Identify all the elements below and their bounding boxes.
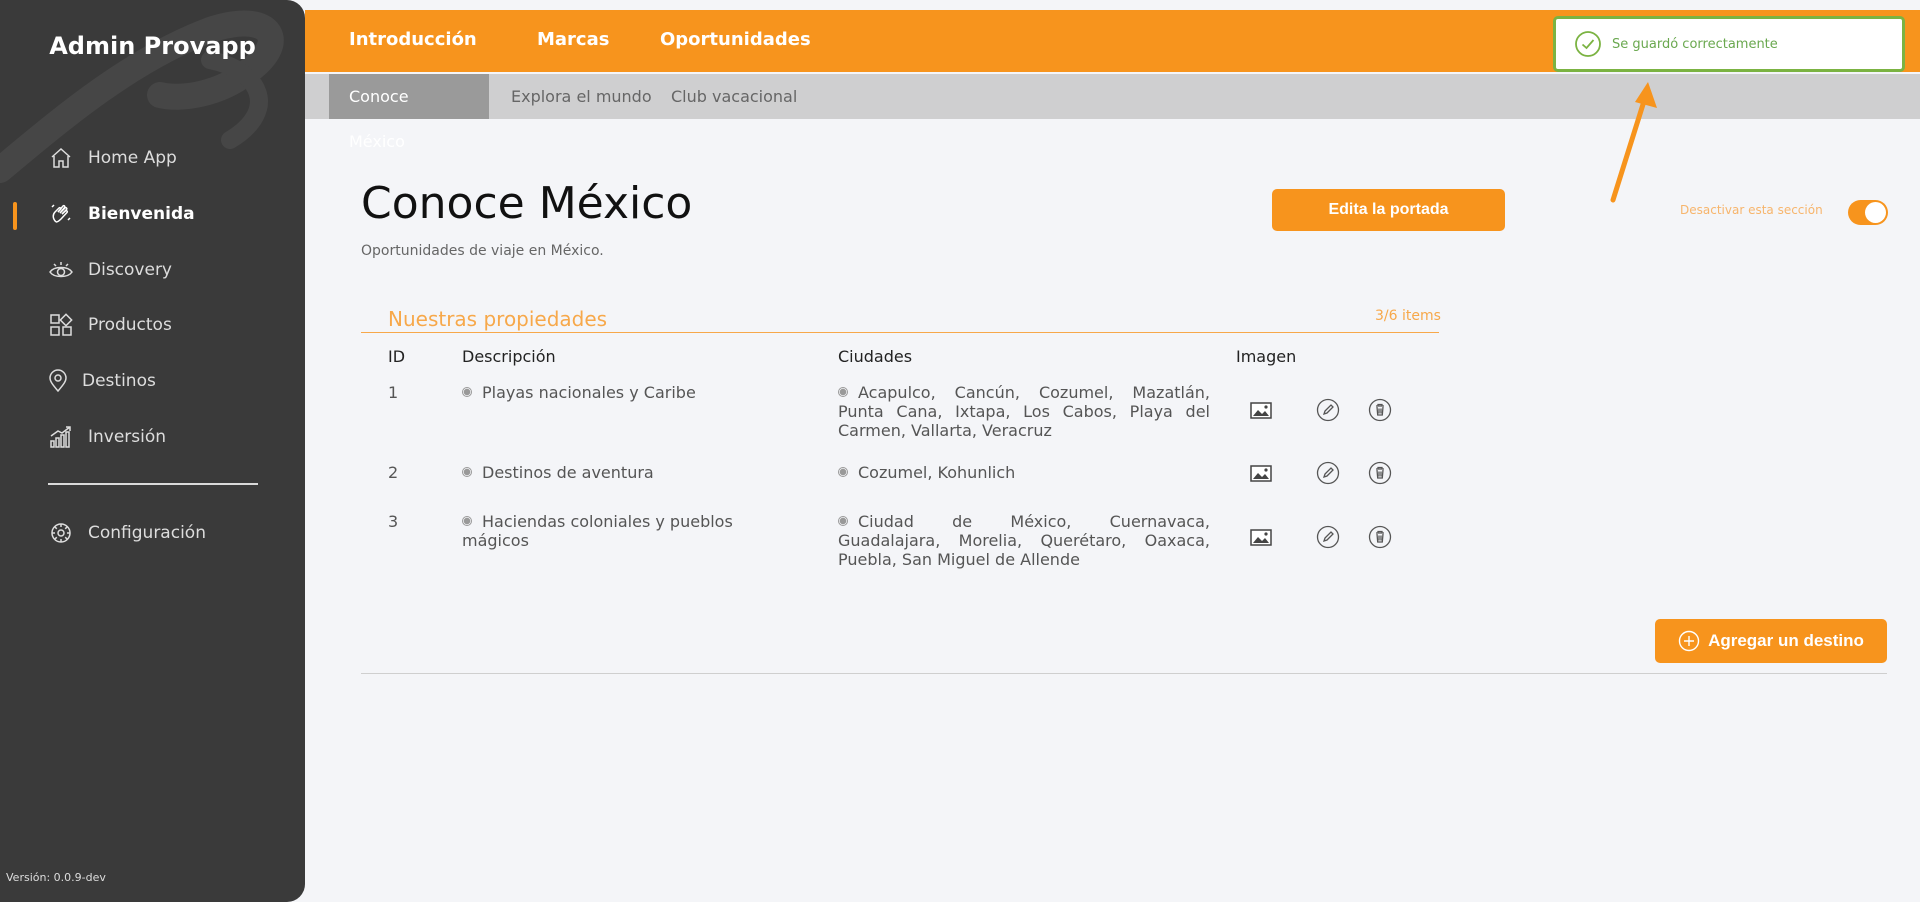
row-description-text: Haciendas coloniales y pueblos mágicos <box>462 512 733 550</box>
bullet-icon <box>462 386 472 397</box>
row-cities-text: Ciudad de México, Cuernavaca, Guadalajar… <box>838 512 1210 569</box>
section-divider <box>361 332 1439 333</box>
bottom-divider <box>361 673 1887 674</box>
edit-icon[interactable] <box>1315 397 1341 423</box>
subtab-explora-el-mundo[interactable]: Explora el mundo <box>491 74 672 119</box>
section-toggle[interactable] <box>1848 200 1888 225</box>
sidebar-item-inversion[interactable]: Inversión <box>48 422 166 452</box>
success-toast: Se guardó correctamente <box>1553 16 1905 72</box>
sidebar-item-productos[interactable]: Productos <box>48 310 172 340</box>
page-title: Conoce México <box>361 178 693 229</box>
row-cities-text: Acapulco, Cancún, Cozumel, Mazatlán, Pun… <box>838 383 1210 440</box>
map-pin-icon <box>48 368 68 394</box>
bullet-icon <box>838 386 848 397</box>
tab-oportunidades[interactable]: Oportunidades <box>660 29 811 50</box>
sidebar-item-label: Discovery <box>88 260 172 280</box>
home-icon <box>48 145 74 171</box>
sidebar-item-label: Configuración <box>88 523 206 543</box>
sub-nav: Conoce México Explora el mundo Club vaca… <box>305 74 1920 151</box>
sidebar-item-discovery[interactable]: Discovery <box>48 255 172 285</box>
toggle-knob <box>1865 202 1886 223</box>
bullet-icon <box>462 515 472 526</box>
sidebar-item-label: Home App <box>88 148 177 168</box>
image-icon[interactable] <box>1248 397 1274 423</box>
bullet-icon <box>462 466 472 477</box>
column-header-descripcion: Descripción <box>462 347 556 366</box>
sidebar-item-label: Productos <box>88 315 172 335</box>
page-subtitle: Oportunidades de viaje en México. <box>361 243 604 259</box>
column-header-id: ID <box>388 347 406 366</box>
sidebar-item-home-app[interactable]: Home App <box>48 143 177 173</box>
delete-icon[interactable] <box>1367 524 1393 550</box>
toggle-label: Desactivar esta sección <box>1680 203 1823 217</box>
sidebar-item-destinos[interactable]: Destinos <box>48 366 156 396</box>
column-header-ciudades: Ciudades <box>838 347 913 366</box>
delete-icon[interactable] <box>1367 460 1393 486</box>
tab-marcas[interactable]: Marcas <box>537 29 609 50</box>
sidebar-item-label: Destinos <box>82 371 156 391</box>
sidebar: Admin Provapp Home App Bienvenida Discov… <box>0 0 305 902</box>
row-id: 2 <box>388 463 399 482</box>
row-id: 3 <box>388 512 399 531</box>
chart-icon <box>48 424 74 450</box>
sidebar-item-configuracion[interactable]: Configuración <box>48 518 206 548</box>
sidebar-divider <box>48 483 258 485</box>
edit-icon[interactable] <box>1315 460 1341 486</box>
active-tab-caret <box>722 0 740 10</box>
subtab-conoce-mexico[interactable]: Conoce México <box>329 74 489 151</box>
grid-icon <box>48 312 74 338</box>
bullet-icon <box>838 515 848 526</box>
image-icon[interactable] <box>1248 524 1274 550</box>
row-description: Haciendas coloniales y pueblos mágicos <box>462 512 802 550</box>
version-label: Versión: 0.0.9-dev <box>6 871 106 884</box>
subtab-club-vacacional[interactable]: Club vacacional <box>651 74 817 119</box>
delete-icon[interactable] <box>1367 397 1393 423</box>
check-circle-icon <box>1575 31 1601 57</box>
sidebar-item-label: Inversión <box>88 427 167 447</box>
row-cities-text: Cozumel, Kohunlich <box>858 463 1016 482</box>
callout-arrow-icon <box>1610 82 1657 203</box>
items-count: 3/6 items <box>1375 308 1441 324</box>
row-cities: Cozumel, Kohunlich <box>838 463 1210 482</box>
row-description-text: Playas nacionales y Caribe <box>482 383 696 402</box>
brand-title: Admin Provapp <box>49 32 256 60</box>
row-id: 1 <box>388 383 399 402</box>
column-header-imagen: Imagen <box>1236 347 1297 366</box>
add-destination-button[interactable]: Agregar un destino <box>1655 619 1887 663</box>
sidebar-item-bienvenida[interactable]: Bienvenida <box>48 199 195 229</box>
add-destination-label: Agregar un destino <box>1708 631 1864 650</box>
waving-hand-icon <box>48 201 74 227</box>
section-title: Nuestras propiedades <box>388 307 608 331</box>
toast-message: Se guardó correctamente <box>1612 36 1778 52</box>
gear-icon <box>48 520 74 546</box>
bullet-icon <box>838 466 848 477</box>
row-cities: Ciudad de México, Cuernavaca, Guadalajar… <box>838 512 1210 569</box>
row-description: Playas nacionales y Caribe <box>462 383 802 402</box>
image-icon[interactable] <box>1248 460 1274 486</box>
active-indicator <box>13 202 17 230</box>
plus-circle-icon <box>1678 630 1700 652</box>
sidebar-item-label: Bienvenida <box>88 204 195 224</box>
eye-icon <box>48 257 74 283</box>
row-cities: Acapulco, Cancún, Cozumel, Mazatlán, Pun… <box>838 383 1210 440</box>
row-description: Destinos de aventura <box>462 463 802 482</box>
edit-icon[interactable] <box>1315 524 1341 550</box>
row-description-text: Destinos de aventura <box>482 463 654 482</box>
edit-cover-button[interactable]: Edita la portada <box>1272 189 1505 231</box>
tab-introduccion[interactable]: Introducción <box>349 29 477 50</box>
